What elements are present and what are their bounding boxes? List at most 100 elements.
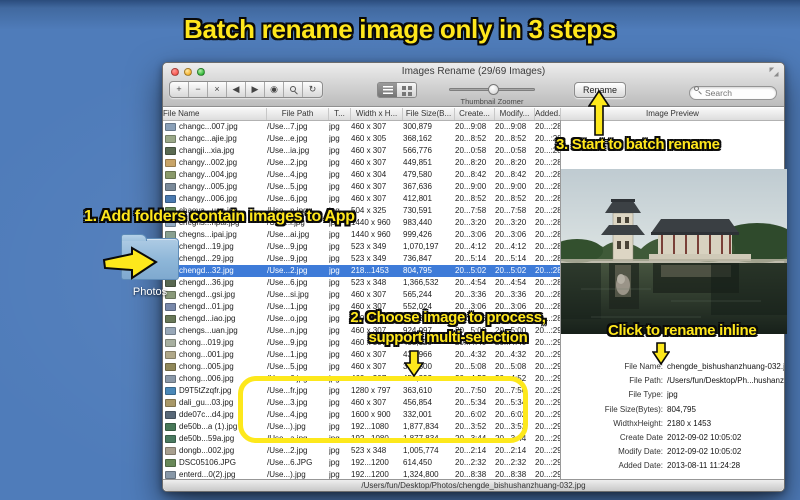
path-cell: /Use...ai.jpg (267, 230, 310, 239)
size-cell: 565,244 (403, 290, 432, 299)
thumbnail-zoomer-knob[interactable] (488, 84, 499, 95)
column-header[interactable]: Width x H... (351, 108, 403, 120)
column-header[interactable]: Create... (455, 108, 495, 120)
search-tool-button[interactable] (284, 82, 303, 97)
type-cell: jpg (329, 134, 340, 143)
dims-cell: 1440 x 960 (351, 218, 391, 227)
add-button[interactable]: + (170, 82, 189, 97)
dims-cell: 460 x 307 (351, 146, 387, 155)
table-row[interactable]: enterd...0(2).jpg/Use...).jpg jpg 192...12… (163, 469, 560, 479)
file-name-cell: chengd...iao.jpg (163, 313, 267, 325)
type-cell: jpg (329, 146, 340, 155)
thumbnail-zoomer-slider[interactable] (449, 84, 535, 95)
table-row[interactable]: changy...005.jpg/Use...5.jpg jpg 460 x 307… (163, 181, 560, 193)
type-cell: jpg (329, 350, 340, 359)
table-row[interactable]: changc...007.jpg/Use...7.jpg jpg 460 x 307… (163, 121, 560, 133)
refresh-button[interactable]: ↻ (303, 82, 322, 97)
file-info-row[interactable]: Modify Date: 2012-09-02 10:05:02 (561, 445, 784, 459)
file-info-row[interactable]: File Name: chengde_bishushanzhuang-032.jp… (561, 360, 784, 374)
created-cell: 20...2:14 (455, 446, 487, 455)
file-name-cell: changc...007.jpg (163, 121, 267, 133)
grid-view-icon[interactable] (397, 83, 416, 97)
added-cell: 20...:29 (535, 374, 560, 383)
delete-button[interactable]: × (208, 82, 227, 97)
table-row[interactable]: dongb...002.jpg/Use...2.jpg jpg 523 x 348 1… (163, 445, 560, 457)
file-info-row[interactable]: WidthxHeight: 2180 x 1453 (561, 417, 784, 431)
table-row[interactable]: chengd...19.jpg/Use...9.jpg jpg 523 x 349 1… (163, 241, 560, 253)
modified-cell: 20...4:54 (495, 278, 527, 287)
added-cell: 20...:28 (535, 242, 560, 251)
arrow-down-to-box-icon (404, 350, 424, 377)
dims-cell: 523 x 349 (351, 254, 387, 263)
table-row[interactable]: changy...004.jpg/Use...4.jpg jpg 460 x 304… (163, 169, 560, 181)
file-name-cell: DSC05106.JPG (163, 457, 267, 469)
file-info-row[interactable]: File Type: jpg (561, 388, 784, 402)
modified-cell: 20...8:20 (495, 158, 527, 167)
column-header[interactable]: T... (329, 108, 351, 120)
column-header[interactable]: Added... (535, 108, 561, 120)
path-cell: /Use...9.jpg (267, 338, 308, 347)
file-info-row[interactable]: File Size(Bytes): 804,795 (561, 403, 784, 417)
resize-grip-icon[interactable] (769, 67, 779, 77)
zoom-button[interactable] (197, 68, 205, 76)
column-header[interactable]: Modify... (495, 108, 535, 120)
arrow-down-inline-icon (652, 342, 670, 365)
annotation-rename-inline: Click to rename inline (608, 322, 757, 339)
size-cell: 1,324,800 (403, 470, 439, 479)
table-row[interactable]: changji...xia.jpg/Use...ia.jpg jpg 460 x 3… (163, 145, 560, 157)
type-cell: jpg (329, 362, 340, 371)
window-chrome: Images Rename (29/69 Images) + − × ◀ ▶ ◉ ↻ Thu… (163, 63, 784, 107)
file-name-cell: changy...004.jpg (163, 169, 267, 181)
path-cell: /Use...1.jpg (267, 302, 308, 311)
column-header[interactable]: File Size(B... (403, 108, 455, 120)
created-cell: 20...9:08 (455, 122, 487, 131)
table-row[interactable]: chengd...36.jpg/Use...6.jpg jpg 523 x 348 1… (163, 277, 560, 289)
table-row[interactable]: changy...006.jpg/Use...6.jpg jpg 460 x 307… (163, 193, 560, 205)
thumbnail-icon (165, 363, 176, 371)
minimize-button[interactable] (184, 68, 192, 76)
table-row[interactable]: chong...005.jpg/Use...5.jpgjpg460 x 3073… (163, 361, 560, 373)
annotation-step3: 3. Start to batch rename (556, 136, 720, 153)
previous-button[interactable]: ◀ (227, 82, 246, 97)
added-cell: 20...:29 (535, 422, 560, 431)
modified-cell: 20...8:52 (495, 134, 527, 143)
column-header[interactable]: File Name (163, 108, 267, 120)
table-row[interactable]: chengd...29.jpg/Use...9.jpg jpg 523 x 349 7… (163, 253, 560, 265)
table-row[interactable]: changc...ajie.jpg/Use...e.jpg jpg 460 x 30… (163, 133, 560, 145)
close-button[interactable] (171, 68, 179, 76)
thumbnail-icon (165, 423, 176, 431)
file-info-row[interactable]: File Path: /Users/fun/Desktop/Ph...hushan… (561, 374, 784, 388)
dims-cell: 523 x 349 (351, 242, 387, 251)
file-info-row[interactable]: Create Date 2012-09-02 10:05:02 (561, 431, 784, 445)
info-value: 804,795 (667, 404, 696, 414)
table-row[interactable]: chegns...ipai.jpg/Use...ai.jpg jpg 1440 x … (163, 229, 560, 241)
status-bar: /Users/fun/Desktop/Photos/chengde_bishus… (163, 479, 784, 491)
table-row[interactable]: chengd...32.jpg/Use...2.jpg jpg 218...1453… (163, 265, 560, 277)
created-cell: 20...8:52 (455, 134, 487, 143)
table-row[interactable]: changy...002.jpg/Use...2.jpg jpg 460 x 307… (163, 157, 560, 169)
search-icon (694, 86, 699, 91)
file-name-cell: chengd...01.jpg (163, 301, 267, 313)
size-cell: 566,776 (403, 146, 432, 155)
view-mode-toggle[interactable] (377, 82, 417, 98)
file-name-cell: chengs...uan.jpg (163, 325, 267, 337)
list-view-icon[interactable] (378, 83, 397, 97)
dims-cell: 460 x 307 (351, 182, 387, 191)
table-row[interactable]: chong...001.jpg/Use...1.jpgjpg460 x 3074… (163, 349, 560, 361)
preview-button[interactable]: ◉ (265, 82, 284, 97)
titlebar[interactable]: Images Rename (29/69 Images) (163, 63, 784, 80)
next-button[interactable]: ▶ (246, 82, 265, 97)
created-cell: 20...8:52 (455, 194, 487, 203)
remove-button[interactable]: − (189, 82, 208, 97)
table-row[interactable]: DSC05106.JPG/Use...6.JPG jpg 192...1200 614… (163, 457, 560, 469)
path-cell: /Use...n.jpg (267, 326, 308, 335)
search-input[interactable] (689, 86, 777, 100)
thumbnail-icon (165, 435, 176, 443)
file-info-row[interactable]: Added Date: 2013-08-11 11:24:28 (561, 459, 784, 473)
created-cell: 20...4:32 (455, 350, 487, 359)
table-row[interactable]: chengd...gsi.jpg/Use...si.jpg jpg 460 x 30… (163, 289, 560, 301)
size-cell: 300,879 (403, 122, 432, 131)
created-cell: 20...5:08 (455, 362, 487, 371)
type-cell: jpg (329, 458, 340, 467)
column-header[interactable]: File Path (267, 108, 329, 120)
